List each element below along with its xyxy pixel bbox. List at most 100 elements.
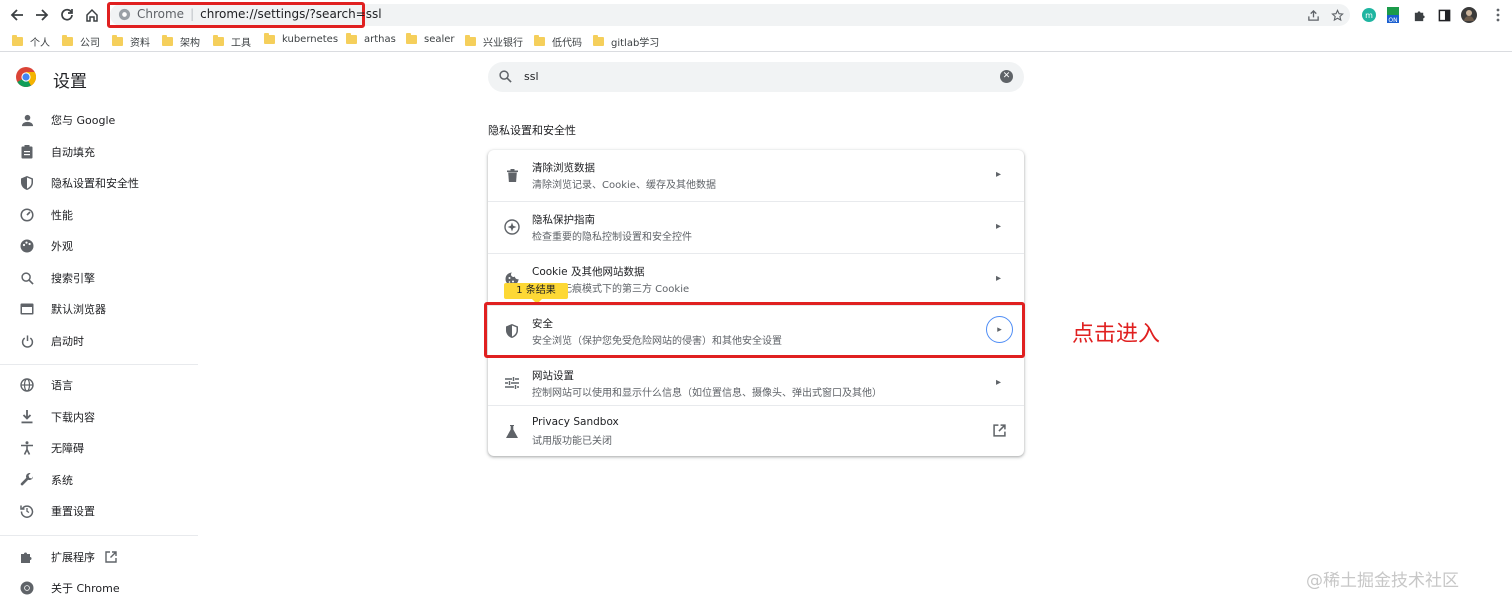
folder-icon xyxy=(62,35,73,46)
chrome-page-icon xyxy=(118,8,131,21)
bookmark-label: 架构 xyxy=(180,38,200,49)
forward-button[interactable] xyxy=(32,5,52,25)
sidebar-item-search-engine[interactable]: 搜索引擎 xyxy=(20,268,95,288)
settings-search-field[interactable] xyxy=(488,62,1024,92)
sidebar-item-downloads[interactable]: 下载内容 xyxy=(20,407,95,427)
side-panel-icon[interactable] xyxy=(1436,7,1452,23)
row-cookies[interactable]: Cookie 及其他网站数据 已阻止无痕模式下的第三方 Cookie ▸ xyxy=(488,254,1024,305)
wrench-icon xyxy=(20,473,34,487)
bookmark-folder[interactable]: 架构 xyxy=(162,34,200,49)
sidebar-item-label: 扩展程序 xyxy=(51,551,95,564)
folder-icon xyxy=(12,35,23,46)
home-button[interactable] xyxy=(82,5,102,25)
sidebar-item-label: 自动填充 xyxy=(51,146,95,159)
sidebar-item-you-and-google[interactable]: 您与 Google xyxy=(20,110,115,130)
bookmark-label: 公司 xyxy=(80,38,100,49)
extensions-puzzle-icon[interactable] xyxy=(1411,7,1427,23)
search-results-bubble: 1 条结果 xyxy=(504,283,568,304)
row-site-settings[interactable]: 网站设置 控制网站可以使用和显示什么信息（如位置信息、摄像头、弹出式窗口及其他）… xyxy=(488,358,1024,409)
chevron-right-icon: ▸ xyxy=(996,377,1002,388)
bookmark-label: arthas xyxy=(364,34,396,45)
sidebar-item-about-chrome[interactable]: 关于 Chrome xyxy=(20,578,120,598)
address-bar-text: Chrome | chrome://settings/?search=ssl xyxy=(137,7,382,21)
sidebar-item-performance[interactable]: 性能 xyxy=(20,205,73,225)
bookmark-folder[interactable]: 工具 xyxy=(213,34,251,49)
folder-icon xyxy=(593,35,604,46)
row-title: 清除浏览数据 xyxy=(532,162,595,174)
row-privacy-sandbox[interactable]: Privacy Sandbox 试用版功能已关闭 xyxy=(488,406,1024,457)
extension-m-icon[interactable]: m xyxy=(1361,7,1377,23)
sidebar-item-label: 隐私设置和安全性 xyxy=(51,177,139,190)
globe-icon xyxy=(20,378,34,392)
sidebar-item-label: 性能 xyxy=(51,209,73,222)
sidebar-item-autofill[interactable]: 自动填充 xyxy=(20,142,95,162)
person-icon xyxy=(20,113,34,127)
sidebar-item-languages[interactable]: 语言 xyxy=(20,375,73,395)
folder-icon xyxy=(213,35,224,46)
browser-icon xyxy=(20,302,34,316)
row-title: Cookie 及其他网站数据 xyxy=(532,266,645,278)
bookmark-folder[interactable]: 资料 xyxy=(112,34,150,49)
bookmark-folder[interactable]: gitlab学习 xyxy=(593,34,659,49)
power-icon xyxy=(20,334,34,348)
section-title: 隐私设置和安全性 xyxy=(488,124,576,137)
bookmark-label: 兴业银行 xyxy=(483,38,523,49)
reload-icon xyxy=(61,8,73,21)
folder-icon xyxy=(534,35,545,46)
security-open-button[interactable]: ▸ xyxy=(986,316,1013,343)
bookmark-folder[interactable]: 低代码 xyxy=(534,34,582,49)
bookmarks-bar: 个人 公司 资料 架构 工具 kubernetes arthas sealer … xyxy=(0,30,1512,52)
search-input[interactable]: ssl xyxy=(524,70,539,83)
row-subtitle: 检查重要的隐私控制设置和安全控件 xyxy=(532,232,692,243)
extension-on-icon[interactable]: ON xyxy=(1385,7,1401,23)
sidebar-item-on-startup[interactable]: 启动时 xyxy=(20,331,84,351)
row-clear-browsing-data[interactable]: 清除浏览数据 清除浏览记录、Cookie、缓存及其他数据 ▸ xyxy=(488,150,1024,201)
sidebar-item-system[interactable]: 系统 xyxy=(20,470,73,490)
bookmark-folder[interactable]: 个人 xyxy=(12,34,50,49)
sidebar-divider xyxy=(0,535,198,536)
sidebar-item-label: 关于 Chrome xyxy=(51,582,120,595)
chevron-right-icon: ▸ xyxy=(996,221,1002,232)
folder-icon xyxy=(406,33,417,44)
bookmark-folder[interactable]: 兴业银行 xyxy=(465,34,523,49)
back-arrow-icon xyxy=(10,9,23,21)
row-subtitle: 控制网站可以使用和显示什么信息（如位置信息、摄像头、弹出式窗口及其他） xyxy=(532,388,882,399)
bookmark-folder[interactable]: 公司 xyxy=(62,34,100,49)
folder-icon xyxy=(346,33,357,44)
row-privacy-guide[interactable]: 隐私保护指南 检查重要的隐私控制设置和安全控件 ▸ xyxy=(488,202,1024,253)
reset-icon xyxy=(20,504,34,518)
browser-menu-icon[interactable] xyxy=(1490,7,1506,23)
bookmark-folder[interactable]: kubernetes xyxy=(264,33,338,45)
search-icon xyxy=(499,70,512,83)
bookmark-star-icon[interactable] xyxy=(1329,7,1345,23)
clear-search-icon[interactable]: ✕ xyxy=(1000,70,1013,83)
speedometer-icon xyxy=(20,208,34,222)
sidebar-item-default-browser[interactable]: 默认浏览器 xyxy=(20,299,106,319)
sidebar-item-privacy-security[interactable]: 隐私设置和安全性 xyxy=(20,173,139,193)
forward-arrow-icon xyxy=(36,9,49,21)
sidebar-item-extensions[interactable]: 扩展程序 xyxy=(20,547,117,567)
share-icon[interactable] xyxy=(1305,7,1321,23)
security-row-highlight xyxy=(484,302,1025,358)
svg-text:ON: ON xyxy=(1388,17,1397,23)
bookmark-folder[interactable]: arthas xyxy=(346,33,396,45)
reload-button[interactable] xyxy=(57,5,77,25)
sidebar-item-label: 重置设置 xyxy=(51,505,95,518)
bookmark-label: 低代码 xyxy=(552,38,582,49)
bookmark-label: sealer xyxy=(424,34,455,45)
sidebar-item-label: 您与 Google xyxy=(51,114,116,127)
sidebar-item-label: 系统 xyxy=(51,474,73,487)
sidebar-item-accessibility[interactable]: 无障碍 xyxy=(20,438,84,458)
profile-avatar[interactable] xyxy=(1461,7,1477,23)
row-subtitle: 清除浏览记录、Cookie、缓存及其他数据 xyxy=(532,180,716,191)
sidebar-item-reset-settings[interactable]: 重置设置 xyxy=(20,501,95,521)
clipboard-icon xyxy=(20,145,34,159)
chevron-right-icon: ▸ xyxy=(996,169,1002,180)
chrome-icon xyxy=(20,581,34,595)
svg-text:m: m xyxy=(1365,11,1373,20)
bookmark-folder[interactable]: sealer xyxy=(406,33,455,45)
row-title: 隐私保护指南 xyxy=(532,214,595,226)
sidebar-item-appearance[interactable]: 外观 xyxy=(20,236,73,256)
annotation-text: 点击进入 xyxy=(1072,322,1161,347)
back-button[interactable] xyxy=(7,5,27,25)
